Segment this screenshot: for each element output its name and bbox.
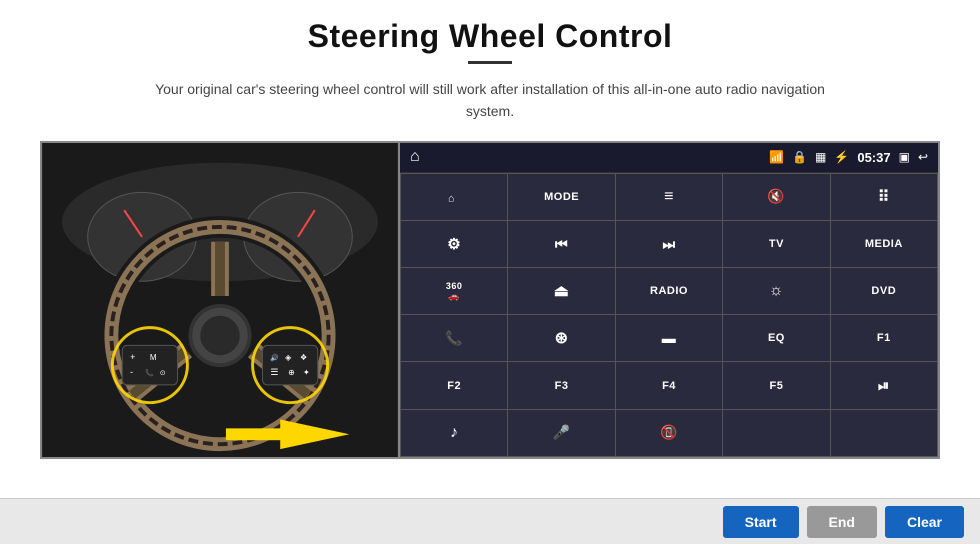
phone-icon: 📞 (445, 330, 463, 347)
settings-button[interactable]: ⚙ (401, 221, 507, 267)
topbar-left: ⌂ (410, 148, 420, 166)
radio-label: RADIO (650, 285, 688, 297)
phone-button[interactable]: 📞 (401, 315, 507, 361)
tv-button[interactable]: TV (723, 221, 829, 267)
window-button[interactable]: ▬ (616, 315, 722, 361)
radio-topbar: ⌂ 📶 🔒 ▦ ⚡ 05:37 ▣ ↩ (400, 143, 938, 173)
list-button[interactable]: ≡ (616, 174, 722, 220)
f2-button[interactable]: F2 (401, 362, 507, 408)
lock-icon: 🔒 (792, 150, 807, 164)
eq-label: EQ (768, 332, 785, 344)
cast-icon: ▣ (899, 150, 910, 164)
svg-text:⊙: ⊙ (160, 370, 166, 377)
time-display: 05:37 (857, 150, 890, 165)
sim-icon: ▦ (815, 150, 826, 164)
empty-btn-1 (723, 410, 829, 456)
media-button[interactable]: MEDIA (831, 221, 937, 267)
settings-icon: ⚙ (447, 235, 461, 253)
music-button[interactable]: ♪ (401, 410, 507, 456)
wifi-icon: 📶 (769, 150, 784, 164)
next-icon: ⏭ (662, 236, 675, 253)
brightness-button[interactable]: ☼ (723, 268, 829, 314)
f1-button[interactable]: F1 (831, 315, 937, 361)
eject-icon: ⏏ (554, 281, 570, 301)
music-icon: ♪ (450, 424, 459, 442)
f5-button[interactable]: F5 (723, 362, 829, 408)
compass-icon: ⊛ (555, 328, 569, 348)
dvd-button[interactable]: DVD (831, 268, 937, 314)
f3-button[interactable]: F3 (508, 362, 614, 408)
svg-text:⌂: ⌂ (448, 192, 455, 204)
dvd-label: DVD (871, 285, 896, 297)
f2-label: F2 (447, 380, 461, 392)
mute-icon: 🔇 (767, 188, 785, 205)
nav-button[interactable]: ⌂ (401, 174, 507, 220)
svg-text:📞: 📞 (145, 368, 154, 377)
playpause-button[interactable]: ⏯ (831, 362, 937, 408)
camera360-button[interactable]: 360🚗 (401, 268, 507, 314)
mode-label: MODE (544, 191, 579, 203)
svg-text:❖: ❖ (300, 353, 307, 362)
steering-wheel-image: + - M 📞 ⊙ 🔊 ◈ ❖ ☰ ⊕ ✦ (40, 141, 398, 459)
eq-button[interactable]: EQ (723, 315, 829, 361)
svg-text:M: M (150, 353, 157, 362)
list-icon: ≡ (664, 188, 674, 206)
window-icon: ▬ (662, 330, 677, 346)
apps-icon: ⠿ (878, 187, 890, 207)
prev-icon: ⏮ (555, 236, 568, 253)
mute-button[interactable]: 🔇 (723, 174, 829, 220)
clear-button[interactable]: Clear (885, 506, 964, 538)
button-grid: ⌂ MODE ≡ 🔇 ⠿ ⚙ ⏮ (400, 173, 938, 457)
home-icon: ⌂ (410, 148, 420, 166)
radio-panel: ⌂ 📶 🔒 ▦ ⚡ 05:37 ▣ ↩ ⌂ M (398, 141, 940, 459)
start-button[interactable]: Start (723, 506, 799, 538)
title-divider (468, 61, 512, 64)
mic-button[interactable]: 🎤 (508, 410, 614, 456)
bluetooth-icon: ⚡ (834, 150, 849, 164)
svg-text:☰: ☰ (270, 367, 278, 377)
svg-text:✦: ✦ (303, 368, 310, 377)
page-title: Steering Wheel Control (308, 18, 673, 55)
svg-text:🔊: 🔊 (270, 353, 279, 362)
svg-text:+: + (130, 352, 135, 362)
media-label: MEDIA (865, 238, 903, 250)
next-button[interactable]: ⏭ (616, 221, 722, 267)
prev-button[interactable]: ⏮ (508, 221, 614, 267)
topbar-right: 📶 🔒 ▦ ⚡ 05:37 ▣ ↩ (769, 150, 928, 165)
f5-label: F5 (769, 380, 783, 392)
apps-button[interactable]: ⠿ (831, 174, 937, 220)
playpause-icon: ⏯ (878, 377, 890, 394)
camera360-icon: 360🚗 (446, 281, 463, 302)
hangup-icon: 📵 (660, 424, 678, 441)
tv-label: TV (769, 238, 784, 250)
hangup-button[interactable]: 📵 (616, 410, 722, 456)
svg-text:◈: ◈ (285, 353, 292, 362)
svg-text:⊕: ⊕ (288, 368, 295, 377)
empty-btn-2 (831, 410, 937, 456)
page-subtitle: Your original car's steering wheel contr… (150, 78, 830, 123)
f4-button[interactable]: F4 (616, 362, 722, 408)
bottom-action-bar: Start End Clear (0, 498, 980, 544)
page-container: Steering Wheel Control Your original car… (0, 0, 980, 544)
nav-compass-button[interactable]: ⊛ (508, 315, 614, 361)
mic-icon: 🎤 (553, 424, 571, 441)
f4-label: F4 (662, 380, 676, 392)
content-row: + - M 📞 ⊙ 🔊 ◈ ❖ ☰ ⊕ ✦ (40, 141, 940, 459)
eject-button[interactable]: ⏏ (508, 268, 614, 314)
back-icon: ↩ (918, 150, 928, 164)
brightness-icon: ☼ (769, 282, 784, 300)
end-button[interactable]: End (807, 506, 877, 538)
svg-text:-: - (130, 367, 133, 377)
f3-label: F3 (555, 380, 569, 392)
f1-label: F1 (877, 332, 891, 344)
radio-button[interactable]: RADIO (616, 268, 722, 314)
mode-button[interactable]: MODE (508, 174, 614, 220)
